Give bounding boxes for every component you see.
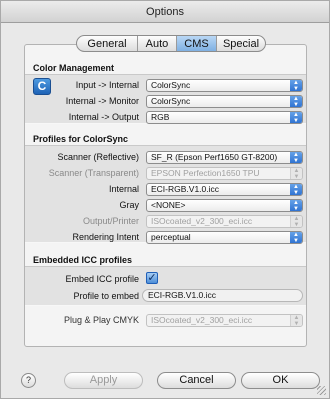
scanner-transparent-value: EPSON Perfection1650 TPU xyxy=(151,168,260,178)
options-window: Options General Auto CMS Special Color M… xyxy=(0,0,330,399)
rendering-intent-label: Rendering Intent xyxy=(72,232,139,242)
profile-to-embed-label: Profile to embed xyxy=(73,291,139,301)
plug-play-cmyk-popup: ISOcoated_v2_300_eci.icc ▲ ▼ xyxy=(146,314,303,327)
ok-button[interactable]: OK xyxy=(241,372,320,389)
popup-arrows-icon: ▲ ▼ xyxy=(290,315,302,326)
embed-icc-label: Embed ICC profile xyxy=(65,274,139,284)
plug-play-cmyk-value: ISOcoated_v2_300_eci.icc xyxy=(151,315,253,325)
cancel-button[interactable]: Cancel xyxy=(157,372,236,389)
embed-icc-checkbox[interactable]: ✓ xyxy=(146,272,158,284)
popup-arrows-icon: ▲ ▼ xyxy=(290,80,302,91)
internal-profile-label: Internal xyxy=(108,184,139,194)
scanner-transparent-popup: EPSON Perfection1650 TPU ▲ ▼ xyxy=(146,167,303,180)
tab-special[interactable]: Special xyxy=(217,36,265,51)
help-button[interactable]: ? xyxy=(21,373,36,388)
output-printer-popup: ISOcoated_v2_300_eci.icc ▲ ▼ xyxy=(146,215,303,228)
popup-arrows-icon: ▲ ▼ xyxy=(290,96,302,107)
rendering-intent-value: perceptual xyxy=(151,232,191,242)
popup-arrows-icon: ▲ ▼ xyxy=(290,184,302,195)
popup-arrows-icon: ▲ ▼ xyxy=(290,232,302,243)
embedded-title: Embedded ICC profiles xyxy=(33,255,133,265)
popup-arrows-icon: ▲ ▼ xyxy=(290,168,302,179)
internal-profile-value: ECI-RGB.V1.0.icc xyxy=(151,184,220,194)
tab-cms[interactable]: CMS xyxy=(177,36,217,51)
scanner-reflective-value: SF_R (Epson Perf1650 GT-8200) xyxy=(151,152,278,162)
scanner-reflective-popup[interactable]: SF_R (Epson Perf1650 GT-8200) ▲ ▼ xyxy=(146,151,303,164)
tab-bar: General Auto CMS Special xyxy=(76,35,266,52)
internal-output-label: Internal -> Output xyxy=(68,112,139,122)
popup-arrows-icon: ▲ ▼ xyxy=(290,216,302,227)
scanner-reflective-label: Scanner (Reflective) xyxy=(57,152,139,162)
color-management-title: Color Management xyxy=(33,63,115,73)
scanner-transparent-label: Scanner (Transparent) xyxy=(48,168,139,178)
tab-auto[interactable]: Auto xyxy=(138,36,177,51)
internal-monitor-value: ColorSync xyxy=(151,96,191,106)
output-printer-label: Output/Printer xyxy=(82,216,139,226)
input-internal-popup[interactable]: ColorSync ▲ ▼ xyxy=(146,79,303,92)
gray-value: <NONE> xyxy=(151,200,186,210)
gray-label: Gray xyxy=(119,200,139,210)
popup-arrows-icon: ▲ ▼ xyxy=(290,112,302,123)
internal-monitor-popup[interactable]: ColorSync ▲ ▼ xyxy=(146,95,303,108)
gray-popup[interactable]: <NONE> ▲ ▼ xyxy=(146,199,303,212)
popup-arrows-icon: ▲ ▼ xyxy=(290,200,302,211)
rendering-intent-popup[interactable]: perceptual ▲ ▼ xyxy=(146,231,303,244)
internal-profile-popup[interactable]: ECI-RGB.V1.0.icc ▲ ▼ xyxy=(146,183,303,196)
profile-to-embed-field[interactable]: ECI-RGB.V1.0.icc xyxy=(142,289,303,302)
popup-arrows-icon: ▲ ▼ xyxy=(290,152,302,163)
tab-general[interactable]: General xyxy=(77,36,138,51)
plug-play-cmyk-label: Plug & Play CMYK xyxy=(63,315,139,325)
internal-output-value: RGB xyxy=(151,112,170,122)
window-title: Options xyxy=(1,1,329,23)
input-internal-label: Input -> Internal xyxy=(75,80,139,90)
internal-monitor-label: Internal -> Monitor xyxy=(65,96,139,106)
profiles-title: Profiles for ColorSync xyxy=(33,134,129,144)
apply-button[interactable]: Apply xyxy=(64,372,143,389)
input-internal-value: ColorSync xyxy=(151,80,191,90)
output-printer-value: ISOcoated_v2_300_eci.icc xyxy=(151,216,253,226)
internal-output-popup[interactable]: RGB ▲ ▼ xyxy=(146,111,303,124)
colorsync-icon: C xyxy=(33,78,51,95)
resize-grip-icon[interactable] xyxy=(317,386,326,395)
